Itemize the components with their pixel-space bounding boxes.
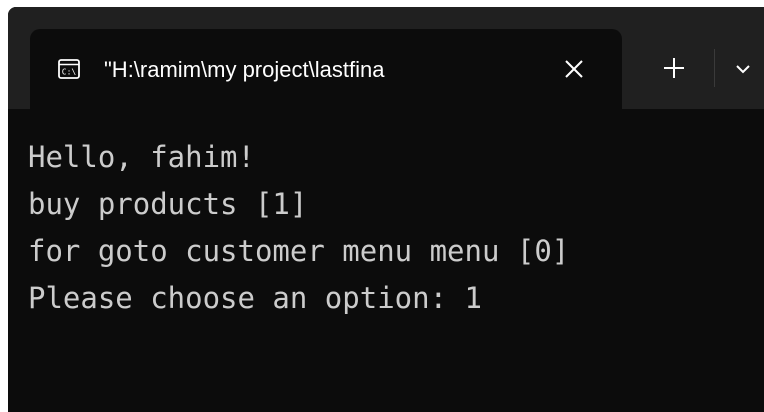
tab-active[interactable]: C:\ "H:\ramim\my project\lastfina [30, 29, 622, 109]
terminal-line: Hello, fahim! [28, 140, 255, 174]
tab-title: "H:\ramim\my project\lastfina [104, 57, 385, 82]
terminal-line: Please choose an option: 1 [28, 281, 482, 315]
terminal-line: buy products [1] [28, 187, 308, 221]
plus-icon[interactable] [662, 56, 686, 80]
console-icon: C:\ [58, 59, 80, 79]
tab-divider [714, 49, 715, 87]
terminal-output[interactable]: Hello, fahim! buy products [1] for goto … [8, 109, 764, 412]
terminal-window: C:\ "H:\ramim\my project\lastfina Hello,… [8, 7, 764, 412]
terminal-line: for goto customer menu menu [0] [28, 234, 570, 268]
svg-text:C:\: C:\ [62, 68, 77, 77]
close-icon[interactable] [562, 57, 586, 81]
chevron-down-icon[interactable] [734, 60, 752, 78]
title-bar: C:\ "H:\ramim\my project\lastfina [8, 7, 764, 109]
